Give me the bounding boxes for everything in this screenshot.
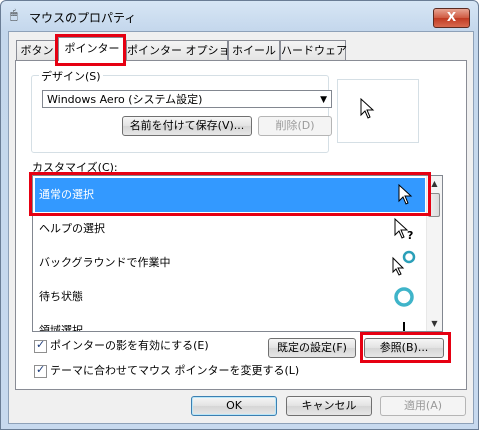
list-item-label: 待ち状態 <box>39 290 83 303</box>
dialog-client-area: ボタン ポインター ポインター オプション ホイール ハードウェア デザイン(S… <box>8 31 474 424</box>
window-title: マウスのプロパティ <box>29 11 137 25</box>
scheme-group-label: デザイン(S) <box>39 68 103 84</box>
scroll-up-icon[interactable]: ▲ <box>427 176 442 191</box>
theme-checkbox[interactable]: ✓ <box>34 362 47 378</box>
pointers-tab-panel: デザイン(S) Windows Aero (システム設定) ▼ 名前を付けて保存… <box>15 60 467 390</box>
shadow-checkbox-label: ポインターの影を有効にする(E) <box>50 339 209 352</box>
scheme-groupbox: デザイン(S) Windows Aero (システム設定) ▼ 名前を付けて保存… <box>31 68 332 153</box>
checkmark-icon: ✓ <box>36 362 46 376</box>
scheme-selected-value: Windows Aero (システム設定) <box>47 93 203 106</box>
cursor-list[interactable]: 通常の選択 ヘルプの選択 ? バックグラウンドで作業中 待ち状態 領域選択 ▲ … <box>32 175 443 332</box>
browse-button[interactable]: 参照(B)... <box>364 338 444 358</box>
cancel-button[interactable]: キャンセル <box>286 396 372 416</box>
list-item-working-in-background[interactable]: バックグラウンドで作業中 <box>35 246 425 280</box>
close-button[interactable]: X <box>433 8 470 28</box>
list-item-label: 通常の選択 <box>39 188 94 201</box>
working-in-background-cursor-icon <box>392 250 416 276</box>
shadow-checkbox[interactable]: ✓ <box>34 337 47 353</box>
busy-cursor-icon <box>394 287 414 307</box>
scroll-down-icon[interactable]: ▼ <box>427 316 442 331</box>
arrow-cursor-preview-icon <box>360 98 375 119</box>
shadow-checkbox-row[interactable]: ✓ ポインターの影を有効にする(E) <box>34 337 209 355</box>
use-default-button[interactable]: 既定の設定(F) <box>268 338 356 358</box>
tab-pointers[interactable]: ポインター <box>58 37 126 61</box>
theme-checkbox-label: テーマに合わせてマウス ポインターを変更する(L) <box>50 364 300 377</box>
mouse-icon: 🖱 <box>10 8 18 23</box>
list-item-help-select[interactable]: ヘルプの選択 ? <box>35 212 425 246</box>
svg-text:?: ? <box>407 229 413 242</box>
dropdown-arrow-icon: ▼ <box>320 95 327 105</box>
scheme-dropdown[interactable]: Windows Aero (システム設定) ▼ <box>42 90 332 108</box>
cursor-preview-box <box>337 79 419 143</box>
mouse-properties-window: 🖱 マウスのプロパティ X ボタン ポインター ポインター オプション ホイール… <box>0 0 479 430</box>
save-as-button[interactable]: 名前を付けて保存(V)... <box>122 116 252 136</box>
list-item-normal-select[interactable]: 通常の選択 <box>35 178 425 212</box>
list-item-precision-select[interactable]: 領域選択 <box>35 314 425 332</box>
scroll-thumb[interactable] <box>428 193 440 217</box>
ok-button[interactable]: OK <box>191 396 277 416</box>
delete-button[interactable]: 削除(D) <box>258 116 332 136</box>
tab-wheel[interactable]: ホイール <box>228 40 280 60</box>
list-item-label: ヘルプの選択 <box>39 222 105 235</box>
arrow-cursor-icon <box>398 183 413 205</box>
list-item-label: 領域選択 <box>39 324 83 332</box>
apply-button[interactable]: 適用(A) <box>380 396 466 416</box>
list-item-busy[interactable]: 待ち状態 <box>35 280 425 314</box>
list-item-label: バックグラウンドで作業中 <box>39 256 171 269</box>
tab-pointer-options[interactable]: ポインター オプション <box>126 40 241 60</box>
title-bar[interactable]: 🖱 マウスのプロパティ X <box>1 1 478 31</box>
help-cursor-icon: ? <box>394 217 413 242</box>
checkmark-icon: ✓ <box>36 337 46 351</box>
tab-buttons[interactable]: ボタン <box>16 40 58 60</box>
list-scrollbar[interactable]: ▲ ▼ <box>426 176 442 331</box>
theme-checkbox-row[interactable]: ✓ テーマに合わせてマウス ポインターを変更する(L) <box>34 362 300 380</box>
customize-label: カスタマイズ(C): <box>32 161 118 174</box>
tab-hardware[interactable]: ハードウェア <box>280 40 347 60</box>
precision-select-cursor-icon <box>403 322 405 331</box>
